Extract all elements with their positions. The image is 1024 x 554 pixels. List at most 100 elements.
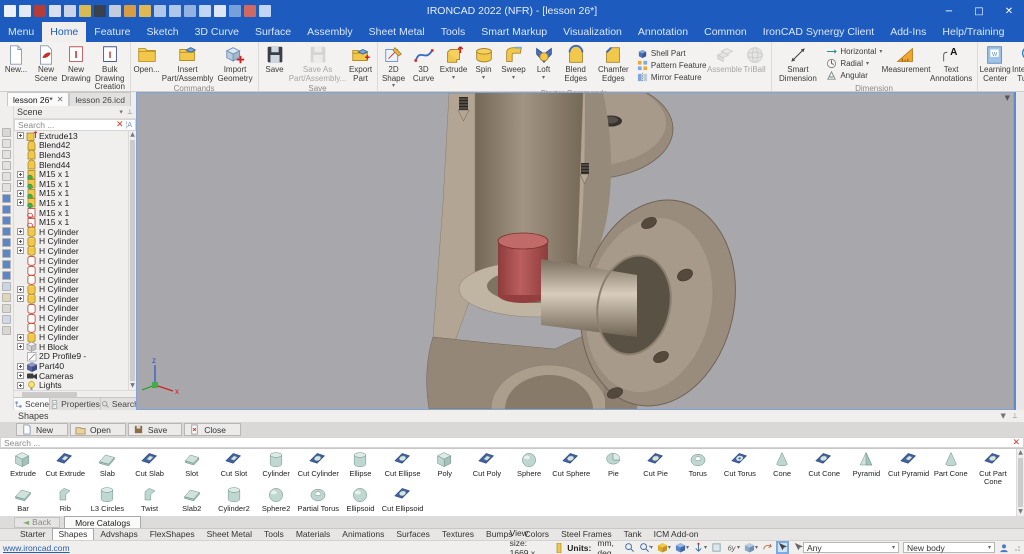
ribbon-button-chamfer-edges[interactable]: Chamfer Edges [593,43,634,88]
catalog-item-cut-slab[interactable]: Cut Slab [129,450,171,485]
catalog-item-torus[interactable]: Torus [677,450,719,485]
catalog-tab-shapes[interactable]: Shapes [52,528,95,540]
expand-icon[interactable] [17,247,24,254]
menu-tab-smart-markup[interactable]: Smart Markup [473,22,555,42]
expand-icon[interactable] [17,132,24,139]
ribbon-button-export-part[interactable]: Export Part [346,43,376,83]
ribbon-button-pattern-feature[interactable]: Pattern Feature [637,60,707,71]
catalog-tab-materials[interactable]: Materials [290,529,336,540]
panel-tab-properties[interactable]: Properties [50,398,101,410]
catalog-item-cone[interactable]: Cone [761,450,803,485]
cube-blue-icon[interactable]: ▾ [675,542,689,553]
panel-tab-scene[interactable]: Scene [14,398,50,410]
catalog-item-cut-poly[interactable]: Cut Poly [466,450,508,485]
open-icon[interactable] [79,5,91,17]
catalog-item-slab2[interactable]: Slab2 [171,485,213,515]
catalog-item-pyramid[interactable]: Pyramid [845,450,887,485]
refresh-icon[interactable] [184,5,196,17]
catalog-item-pie[interactable]: Pie [592,450,634,485]
catalog-tab-textures[interactable]: Textures [436,529,480,540]
viewport-collapse-icon[interactable]: ▼ [1005,94,1010,102]
shapes-search-clear-icon[interactable]: ✕ [1012,438,1020,448]
ribbon-button-horizontal[interactable]: Horizontal▾ [826,46,882,57]
catalog-item-twist[interactable]: Twist [129,485,171,515]
menu-tab-home[interactable]: Home [42,22,86,42]
scene-pin-icon[interactable]: ⊥ [127,108,133,116]
menu-tab-assembly[interactable]: Assembly [299,22,361,42]
menu-tab-help-training[interactable]: Help/Training [934,22,1012,42]
ribbon-button-save[interactable]: Save [260,43,290,83]
expand-icon[interactable] [17,190,24,197]
expand-icon[interactable] [17,171,24,178]
cube-blue-icon[interactable] [2,249,11,258]
camera-gray-icon[interactable] [2,139,11,148]
menu-tab-ironcad-synergy-client[interactable]: IronCAD Synergy Client [755,22,882,42]
ribbon-button-angular[interactable]: Angular [826,70,882,81]
bulk-drawing-icon[interactable] [64,5,76,17]
spray-paint-icon[interactable] [139,5,151,17]
ribbon-button-learning-center[interactable]: WLearning Center [979,43,1012,92]
zoom-icon[interactable] [624,542,635,553]
document-tab[interactable]: lesson 26*✕ [7,92,69,106]
body-mode-select[interactable]: New body▾ [903,542,995,553]
line-tool-icon[interactable] [2,282,11,291]
display-list-icon[interactable] [214,5,226,17]
catalog-tab-flexshapes[interactable]: FlexShapes [144,529,201,540]
scene-tree-hscrollbar[interactable] [14,390,136,397]
customize-toolbar-icon[interactable] [259,5,271,17]
catalog-item-cylinder2[interactable]: Cylinder2 [213,485,255,515]
catalog-item-cylinder[interactable]: Cylinder [255,450,297,485]
document-tab[interactable]: lesson 26.icd [69,92,131,106]
scene-search-clear-icon[interactable]: ✕ [116,120,124,130]
cube-blue-icon[interactable] [2,194,11,203]
catalog-item-cut-torus[interactable]: Cut Torus [719,450,761,485]
ruler-tool-icon[interactable] [2,304,11,313]
camera-gray-icon[interactable] [2,183,11,192]
select-box-icon[interactable] [777,542,788,553]
ribbon-button-open-[interactable]: Open... [132,43,162,83]
cube-yellow-icon[interactable]: ▾ [657,542,671,553]
menu-tab-sketch[interactable]: Sketch [138,22,186,42]
menu-tab-sheet-metal[interactable]: Sheet Metal [361,22,433,42]
cube-blue-icon[interactable] [2,271,11,280]
camera-gray-icon[interactable] [2,150,11,159]
ribbon-button-new-[interactable]: New... [1,43,31,92]
ribbon-button-shell-part[interactable]: Shell Part [637,48,707,59]
shapes-collapse-icon[interactable]: ▼ [1001,412,1006,420]
anchor-icon[interactable]: ▾ [693,542,707,553]
catalog-tab-icm-add-on[interactable]: ICM Add-on [648,529,705,540]
units-value[interactable]: mm, deg [597,538,614,554]
expand-icon[interactable] [17,334,24,341]
expand-icon[interactable] [17,238,24,245]
window-minimize-button[interactable]: − [934,0,964,22]
menu-tab-annotation[interactable]: Annotation [630,22,696,42]
ribbon-button-mirror-feature[interactable]: Mirror Feature [637,72,707,83]
catalog-tab-sheet-metal[interactable]: Sheet Metal [201,529,258,540]
camera-view-icon[interactable]: ▾ [744,542,758,553]
shapes-search-input[interactable]: Search ... ✕ [0,437,1024,448]
catalog-item-cut-ellipse[interactable]: Cut Ellipse [382,450,424,485]
shapes-pin-icon[interactable]: ⊥ [1012,412,1018,420]
catalog-item-cut-extrude[interactable]: Cut Extrude [44,450,86,485]
ribbon-button-radial[interactable]: Radial▾ [826,58,882,69]
scene-collapse-icon[interactable]: ▾ [119,108,123,116]
catalog-close-button[interactable]: Close [184,423,241,436]
expand-icon[interactable] [17,343,24,350]
app-menu-icon[interactable] [4,5,16,17]
expand-icon[interactable] [17,180,24,187]
render-realistic-icon[interactable] [124,5,136,17]
catalog-item-cut-part-cone[interactable]: Cut Part Cone [972,450,1014,485]
menu-tab-add-ins[interactable]: Add-Ins [882,22,934,42]
render-mode-icon[interactable]: 6y▾ [726,542,740,553]
expand-icon[interactable] [17,286,24,293]
back-button[interactable]: ◄Back [14,517,60,528]
circle-tool-icon[interactable] [2,315,11,324]
menu-tab-common[interactable]: Common [696,22,755,42]
cad-model[interactable]: z x [137,93,1013,409]
expand-icon[interactable] [17,199,24,206]
catalog-item-cut-slot[interactable]: Cut Slot [213,450,255,485]
zoom-select-icon[interactable]: ▾ [639,542,653,553]
undo-icon[interactable] [154,5,166,17]
ribbon-button-new-drawing[interactable]: INew Drawing [61,43,91,92]
catalog-open-button[interactable]: Open [70,423,126,436]
